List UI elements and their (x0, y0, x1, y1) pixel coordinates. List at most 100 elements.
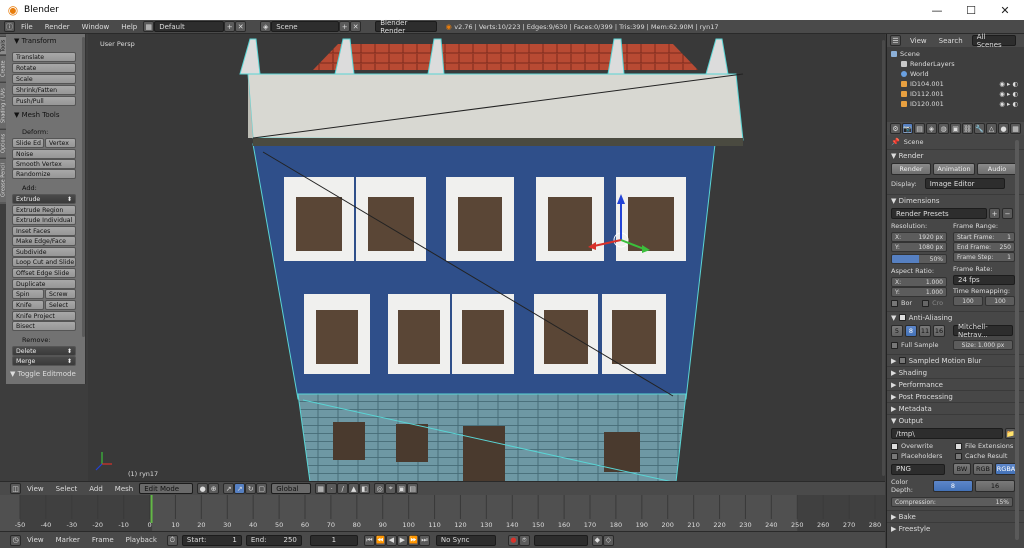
orientation-selector[interactable]: Global (271, 483, 312, 494)
visibility-eye-icon[interactable]: ◉ ▸ ◐ (999, 100, 1018, 108)
anti-aliasing-panel-header[interactable]: ▼ Anti-Aliasing (887, 311, 1024, 323)
translate-button[interactable]: Translate (12, 52, 76, 62)
outliner-item-mesh[interactable]: ID112.001 ◉ ▸ ◐ (891, 89, 1024, 99)
border-checkbox[interactable]: Bor (891, 299, 912, 307)
preset-remove-icon[interactable]: − (1002, 208, 1013, 219)
inset-faces-button[interactable]: Inset Faces (12, 226, 76, 236)
render-layers-tab-icon[interactable]: ▤ (914, 123, 925, 134)
pivot-icon[interactable]: ⊕ (208, 483, 220, 494)
make-edge-face-button[interactable]: Make Edge/Face (12, 236, 76, 246)
remap-new-field[interactable]: 100 (985, 296, 1015, 306)
toggle-editmode-panel[interactable]: ▼ Toggle Editmode (10, 370, 76, 378)
frame-rate-selector[interactable]: 24 fps (953, 275, 1015, 285)
aa-samples-16[interactable]: 16 (933, 325, 945, 337)
snap-icon[interactable]: ⌖ (385, 483, 397, 494)
translate-manipulator-icon[interactable]: ↗ (234, 483, 246, 494)
randomize-button[interactable]: Randomize (12, 169, 76, 179)
3d-viewport[interactable] (88, 34, 885, 483)
outliner-editor-icon[interactable]: ☰ (890, 35, 901, 46)
keying-set-field[interactable] (533, 534, 588, 546)
menu-mesh[interactable]: Mesh (109, 485, 139, 493)
delete-keyframe-icon[interactable]: ◇ (602, 534, 614, 546)
subdivide-button[interactable]: Subdivide (12, 247, 76, 257)
vertex-select-icon[interactable]: · (326, 483, 338, 494)
material-tab-icon[interactable]: ● (998, 123, 1009, 134)
color-rgba-button[interactable]: RGBA (995, 463, 1017, 475)
maximize-button[interactable]: ☐ (954, 0, 988, 20)
scene-remove-icon[interactable]: ✕ (350, 21, 362, 32)
dimensions-panel-header[interactable]: ▼ Dimensions (887, 194, 1024, 206)
properties-editor[interactable]: ⚙ 📷 ▤ ◈ ◍ ▣ ⛓ 🔧 △ ● ▦ 📌 Scene ▼ Render R… (886, 122, 1024, 548)
vertex-slide-button[interactable]: Vertex (45, 138, 76, 148)
noise-button[interactable]: Noise (12, 149, 76, 159)
post-processing-panel-header[interactable]: ▶ Post Processing (887, 390, 1024, 402)
bake-panel-header[interactable]: ▶ Bake (887, 510, 1024, 522)
record-icon[interactable]: ● (507, 534, 519, 546)
filter-size-field[interactable]: Size: 1.000 px (953, 340, 1013, 350)
jump-start-icon[interactable]: ⏮ (363, 534, 375, 546)
menu-file[interactable]: File (15, 23, 39, 31)
visibility-eye-icon[interactable]: ◉ ▸ ◐ (999, 80, 1018, 88)
outliner-item-mesh[interactable]: ID120.001 ◉ ▸ ◐ (891, 99, 1024, 109)
mesh-tools-header[interactable]: ▼ Mesh Tools (10, 111, 60, 119)
aspect-y-field[interactable]: Y: 1.000 (891, 287, 947, 297)
properties-scrollbar[interactable] (1015, 140, 1019, 540)
menu-add[interactable]: Add (83, 485, 109, 493)
scene-tab-icon[interactable]: ◈ (926, 123, 937, 134)
knife-project-button[interactable]: Knife Project (12, 311, 76, 321)
placeholders-checkbox[interactable]: Placeholders (891, 452, 949, 460)
slide-edge-button[interactable]: Slide Ed (12, 138, 44, 148)
render-engine-selector[interactable]: Blender Render (375, 19, 438, 35)
next-keyframe-icon[interactable]: ⏩ (407, 534, 419, 546)
outliner-menu-search[interactable]: Search (936, 37, 966, 45)
render-tab-icon[interactable]: 📷 (902, 123, 913, 134)
display-selector[interactable]: Image Editor (924, 178, 1005, 189)
color-bw-button[interactable]: BW (953, 463, 971, 475)
smooth-vertex-button[interactable]: Smooth Vertex (12, 159, 76, 169)
play-reverse-icon[interactable]: ◀ (385, 534, 397, 546)
resolution-x-field[interactable]: X: 1920 px (891, 232, 947, 242)
cache-result-checkbox[interactable]: Cache Result (955, 452, 1007, 460)
render-preview-icon[interactable]: ▤ (407, 483, 419, 494)
layout-selector[interactable]: Default (154, 21, 225, 32)
layout-icon[interactable]: ▦ (143, 21, 155, 32)
render-audio-button[interactable]: Audio (977, 163, 1017, 175)
loop-cut-slide-button[interactable]: Loop Cut and Slide (12, 257, 76, 267)
file-format-selector[interactable]: PNG (891, 463, 945, 475)
scale-button[interactable]: Scale (12, 74, 76, 84)
resolution-y-field[interactable]: Y: 1080 px (891, 242, 947, 252)
render-panel-header[interactable]: ▼ Render (887, 149, 1024, 161)
duplicate-button[interactable]: Duplicate (12, 279, 76, 289)
render-presets-selector[interactable]: Render Presets (891, 208, 987, 219)
compression-slider[interactable]: Compression: 15% (891, 497, 1013, 507)
remap-old-field[interactable]: 100 (953, 296, 983, 306)
menu-frame[interactable]: Frame (86, 536, 120, 544)
delete-dropdown[interactable]: Delete ⬍ (12, 346, 76, 356)
start-frame-field[interactable]: Start: 1 (181, 534, 242, 546)
end-frame-field[interactable]: End: 250 (245, 534, 302, 546)
scene-icon[interactable]: ◈ (260, 21, 272, 32)
preset-add-icon[interactable]: + (989, 208, 1000, 219)
menu-select[interactable]: Select (50, 485, 84, 493)
file-extensions-checkbox[interactable]: File Extensions (955, 442, 1013, 450)
aa-samples-11[interactable]: 11 (919, 325, 931, 337)
face-select-icon[interactable]: ▲ (348, 483, 360, 494)
preview-range-icon[interactable]: ⏱ (166, 534, 178, 546)
object-tab-icon[interactable]: ▣ (950, 123, 961, 134)
close-button[interactable]: ✕ (988, 0, 1022, 20)
knife-select-button[interactable]: Select (45, 300, 76, 310)
minimize-button[interactable]: — (920, 0, 954, 20)
merge-dropdown[interactable]: Merge ⬍ (12, 356, 76, 366)
rotate-manipulator-icon[interactable]: ↻ (245, 483, 257, 494)
aa-samples-8[interactable]: 8 (905, 325, 917, 337)
texture-tab-icon[interactable]: ▦ (1010, 123, 1021, 134)
modifiers-tab-icon[interactable]: 🔧 (974, 123, 985, 134)
output-panel-header[interactable]: ▼ Output (887, 414, 1024, 426)
timeline[interactable]: -50 -40 -30 -20 -10 0 10 20 30 40 50 60 70 80 90 100 110… (0, 495, 885, 531)
jump-end-icon[interactable]: ⏭ (418, 534, 430, 546)
rotate-button[interactable]: Rotate (12, 63, 76, 73)
proportional-edit-icon[interactable]: ◎ (374, 483, 386, 494)
play-icon[interactable]: ▶ (396, 534, 408, 546)
scene-add-icon[interactable]: + (339, 21, 351, 32)
depth-16-button[interactable]: 16 (975, 480, 1015, 492)
